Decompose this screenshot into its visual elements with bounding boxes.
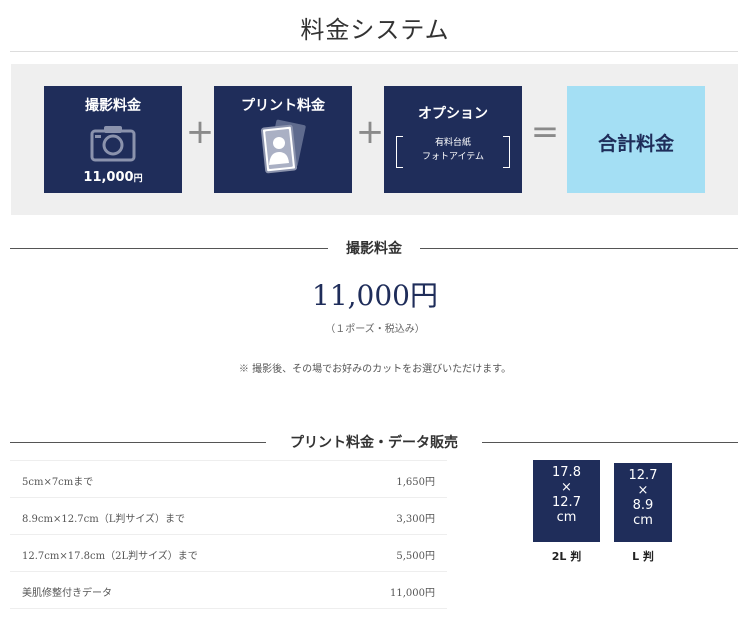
option-mount: 有料台紙 [434,138,471,148]
print-price-table: 5cm×7cmまで 1,650円 8.9cm×12.7cm（L判サイズ）まで 3… [10,460,447,609]
row-label: 5cm×7cmまで [22,477,94,488]
size-height: 12.7 [552,495,581,510]
camera-icon [90,126,136,162]
title-divider [10,51,738,52]
shoot-fee-title: 撮影料金 [85,98,141,114]
plus-sign: + [355,112,385,152]
shoot-section-heading: 撮影料金 [10,238,738,258]
option-bracket: 有料台紙 フォトアイテム [396,136,510,168]
print-section-heading: プリント料金・データ販売 [10,432,738,452]
table-row: 美肌修整付きデータ 11,000円 [10,572,447,609]
shoot-caption: ※ 撮影後、その場でお好みのカットをお選びいただけます。 [238,364,512,375]
shoot-fee-price: 11,000円 [83,170,143,185]
size-times: × [637,483,649,498]
option-fee-box: オプション 有料台紙 フォトアイテム [384,86,522,193]
table-row: 5cm×7cmまで 1,650円 [10,461,447,498]
print-fee-title: プリント料金 [241,98,325,114]
table-row: 12.7cm×17.8cm（2L判サイズ）まで 5,500円 [10,535,447,572]
table-row: 8.9cm×12.7cm（L判サイズ）まで 3,300円 [10,498,447,535]
shoot-price-note: （１ポーズ・税込み） [325,324,425,335]
pricing-formula-band: 撮影料金 11,000円 + プリント料金 + オプション 有料台紙 フォトアイ… [11,64,738,215]
size-card-l: 12.7 × 8.9 cm [614,463,672,542]
option-photo-items: フォトアイテム [421,152,485,162]
size-label-2l: 2L 判 [551,550,582,563]
row-price: 11,000円 [390,588,435,599]
size-width: 12.7 [628,468,658,483]
total-fee-box: 合計料金 [567,86,705,193]
size-unit: cm [633,513,653,528]
size-unit: cm [556,510,577,525]
row-label: 12.7cm×17.8cm（2L判サイズ）まで [22,551,198,562]
shoot-price: 11,000円 [312,279,438,312]
row-label: 美肌修整付きデータ [22,588,112,599]
size-width: 17.8 [552,465,581,480]
shoot-fee-box: 撮影料金 11,000円 [44,86,182,193]
row-price: 1,650円 [396,477,435,488]
size-height: 8.9 [632,498,654,513]
row-price: 5,500円 [396,551,435,562]
total-fee-title: 合計料金 [597,133,674,155]
print-fee-box: プリント料金 [214,86,352,193]
size-label-l: L 判 [632,550,654,563]
option-fee-title: オプション [418,106,488,122]
photo-portrait-icon [260,119,306,174]
plus-sign: + [185,112,215,152]
row-price: 3,300円 [396,514,435,525]
size-times: × [561,480,572,495]
page-title: 料金システム [300,16,450,44]
equals-sign: = [530,112,560,152]
row-label: 8.9cm×12.7cm（L判サイズ）まで [22,514,186,525]
size-card-2l: 17.8 × 12.7 cm [533,460,600,542]
